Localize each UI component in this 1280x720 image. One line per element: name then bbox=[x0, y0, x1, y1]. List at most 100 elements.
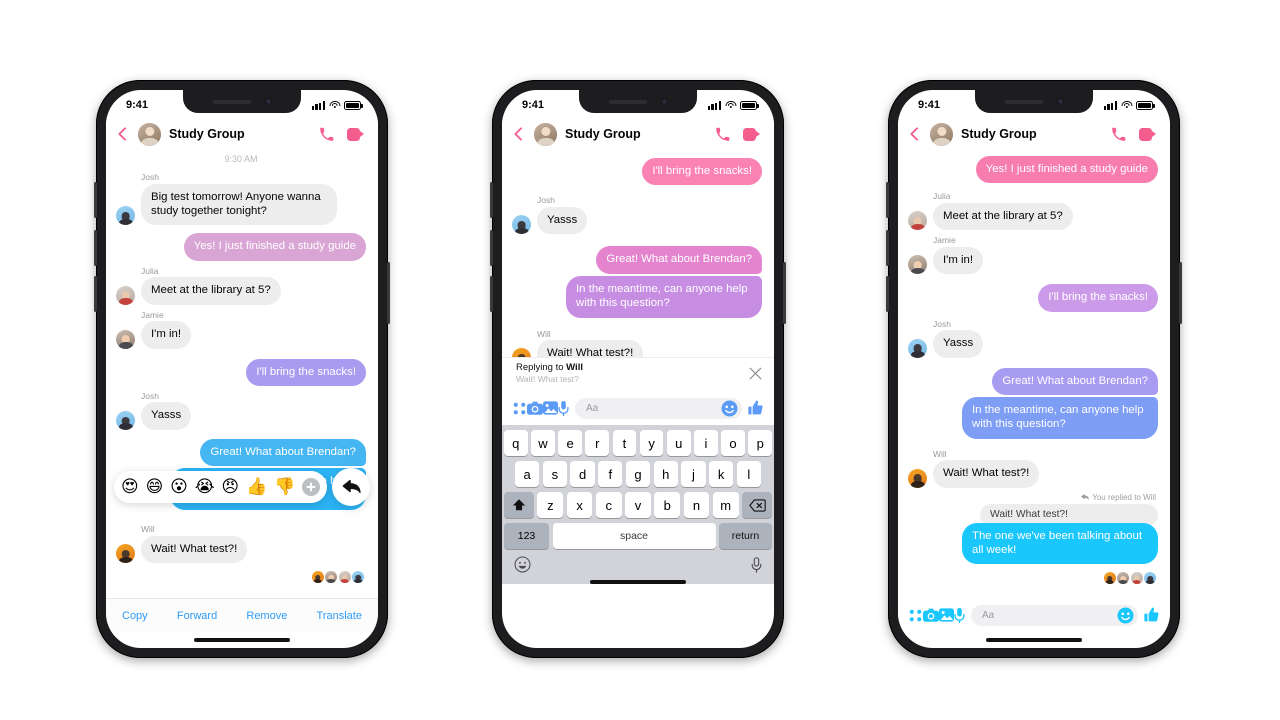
dictation-mic-icon[interactable] bbox=[751, 556, 762, 578]
shift-arrow-icon[interactable] bbox=[503, 492, 534, 518]
reaction-surprised-icon[interactable]: 😮 bbox=[170, 478, 188, 496]
microphone-icon[interactable] bbox=[954, 607, 965, 623]
message-bubble[interactable]: I'll bring the snacks! bbox=[246, 358, 366, 386]
return-key[interactable]: return bbox=[719, 523, 772, 549]
reaction-crying-icon[interactable]: 😭 bbox=[195, 478, 215, 496]
key-w[interactable]: w bbox=[531, 430, 555, 456]
message-thread[interactable]: Yes! I just finished a study guide Julia… bbox=[898, 152, 1170, 598]
message-input[interactable]: Aa bbox=[575, 397, 742, 419]
back-button[interactable] bbox=[908, 127, 922, 141]
four-dots-icon[interactable] bbox=[908, 608, 923, 623]
key-d[interactable]: d bbox=[570, 461, 595, 487]
message-bubble[interactable]: I'll bring the snacks! bbox=[642, 158, 762, 186]
key-k[interactable]: k bbox=[709, 461, 734, 487]
video-camera-icon[interactable] bbox=[743, 127, 760, 141]
message-bubble[interactable]: I'm in! bbox=[933, 246, 984, 275]
camera-icon[interactable] bbox=[527, 401, 543, 415]
message-bubble[interactable]: The one we've been talking about all wee… bbox=[962, 522, 1158, 565]
thumbs-up-icon[interactable] bbox=[748, 400, 764, 416]
add-reaction-button[interactable] bbox=[301, 478, 320, 496]
close-icon[interactable] bbox=[749, 367, 762, 380]
message-bubble[interactable]: Yasss bbox=[141, 402, 192, 430]
message-bubble[interactable]: Yasss bbox=[933, 330, 984, 358]
message-bubble[interactable]: Yasss bbox=[537, 206, 588, 235]
key-z[interactable]: z bbox=[537, 492, 564, 518]
reaction-heart-eyes-icon[interactable]: 😍 bbox=[121, 478, 139, 496]
message-bubble[interactable]: Wait! What test?! bbox=[537, 340, 644, 357]
backspace-icon[interactable] bbox=[742, 492, 773, 518]
on-screen-keyboard[interactable]: q w e r t y u i o p a s d f g h j k l z … bbox=[502, 425, 774, 584]
space-key[interactable]: space bbox=[552, 523, 716, 549]
key-r[interactable]: r bbox=[585, 430, 610, 456]
message-bubble[interactable]: Meet at the library at 5? bbox=[933, 202, 1073, 231]
key-u[interactable]: u bbox=[666, 430, 691, 456]
key-e[interactable]: e bbox=[558, 430, 582, 456]
key-t[interactable]: t bbox=[612, 430, 637, 456]
key-y[interactable]: y bbox=[639, 430, 664, 456]
key-m[interactable]: m bbox=[712, 492, 739, 518]
key-b[interactable]: b bbox=[654, 492, 681, 518]
key-a[interactable]: a bbox=[515, 461, 540, 487]
key-o[interactable]: o bbox=[721, 430, 745, 456]
reaction-picker[interactable]: 😍 😄 😮 😭 😠 👍 👎 bbox=[114, 471, 327, 503]
key-s[interactable]: s bbox=[542, 461, 567, 487]
thumbs-up-icon[interactable] bbox=[1144, 607, 1160, 623]
back-button[interactable] bbox=[116, 127, 130, 141]
key-i[interactable]: i bbox=[694, 430, 718, 456]
emoji-keyboard-icon[interactable] bbox=[514, 556, 531, 578]
copy-button[interactable]: Copy bbox=[122, 610, 148, 622]
reaction-angry-icon[interactable]: 😠 bbox=[221, 478, 239, 496]
phone-icon[interactable] bbox=[715, 127, 730, 142]
camera-icon[interactable] bbox=[923, 608, 939, 622]
key-f[interactable]: f bbox=[598, 461, 623, 487]
key-n[interactable]: n bbox=[683, 492, 710, 518]
message-bubble[interactable]: Great! What about Brendan? bbox=[200, 438, 366, 467]
key-c[interactable]: c bbox=[595, 492, 622, 518]
phone-icon[interactable] bbox=[1111, 127, 1126, 142]
key-x[interactable]: x bbox=[566, 492, 593, 518]
key-q[interactable]: q bbox=[503, 430, 528, 456]
numbers-key[interactable]: 123 bbox=[504, 523, 549, 549]
video-camera-icon[interactable] bbox=[347, 127, 364, 141]
message-bubble[interactable]: I'll bring the snacks! bbox=[1038, 284, 1158, 312]
message-thread[interactable]: 9:30 AM Josh Big test tomorrow! Anyone w… bbox=[106, 152, 378, 598]
message-bubble[interactable]: Great! What about Brendan? bbox=[992, 367, 1158, 395]
translate-button[interactable]: Translate bbox=[317, 610, 362, 622]
reply-button[interactable] bbox=[332, 468, 370, 506]
reaction-laughing-icon[interactable]: 😄 bbox=[146, 478, 164, 496]
photo-icon[interactable] bbox=[939, 608, 954, 622]
key-p[interactable]: p bbox=[748, 430, 773, 456]
key-g[interactable]: g bbox=[625, 461, 651, 487]
key-v[interactable]: v bbox=[625, 492, 651, 518]
message-bubble[interactable]: Yes! I just finished a study guide bbox=[975, 156, 1158, 184]
forward-button[interactable]: Forward bbox=[177, 610, 217, 622]
conversation-avatar[interactable] bbox=[930, 122, 953, 146]
reaction-thumbs-down-icon[interactable]: 👎 bbox=[274, 478, 295, 496]
home-indicator[interactable] bbox=[898, 632, 1170, 648]
conversation-avatar[interactable] bbox=[138, 122, 161, 146]
message-bubble[interactable]: Wait! What test?! bbox=[141, 535, 248, 563]
key-l[interactable]: l bbox=[736, 461, 761, 487]
message-thread[interactable]: I'll bring the snacks! Josh Yasss Great!… bbox=[502, 152, 774, 357]
four-dots-icon[interactable] bbox=[512, 401, 527, 416]
remove-button[interactable]: Remove bbox=[246, 610, 287, 622]
back-button[interactable] bbox=[512, 127, 526, 141]
conversation-avatar[interactable] bbox=[534, 122, 557, 146]
home-indicator[interactable] bbox=[504, 580, 772, 584]
photo-icon[interactable] bbox=[543, 401, 558, 415]
reaction-thumbs-up-icon[interactable]: 👍 bbox=[246, 478, 267, 496]
message-bubble[interactable]: Wait! What test?! bbox=[933, 460, 1040, 488]
message-bubble[interactable]: Meet at the library at 5? bbox=[141, 277, 281, 305]
video-camera-icon[interactable] bbox=[1139, 127, 1156, 141]
key-h[interactable]: h bbox=[653, 461, 678, 487]
message-bubble[interactable]: Great! What about Brendan? bbox=[596, 246, 762, 274]
home-indicator[interactable] bbox=[106, 632, 378, 648]
microphone-icon[interactable] bbox=[558, 400, 569, 416]
phone-icon[interactable] bbox=[319, 127, 334, 142]
message-bubble[interactable]: In the meantime, can anyone help with th… bbox=[962, 396, 1158, 439]
message-bubble[interactable]: Yes! I just finished a study guide bbox=[183, 233, 366, 261]
message-input[interactable]: Aa bbox=[971, 604, 1138, 626]
key-j[interactable]: j bbox=[681, 461, 706, 487]
message-bubble[interactable]: In the meantime, can anyone help with th… bbox=[566, 275, 762, 318]
message-bubble[interactable]: I'm in! bbox=[141, 321, 192, 349]
